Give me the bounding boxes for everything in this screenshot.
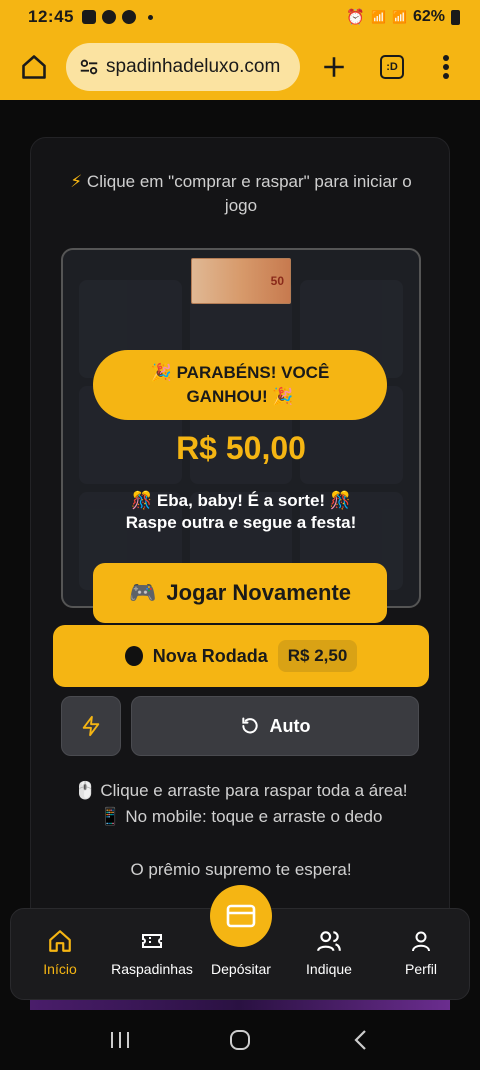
- new-round-button[interactable]: Nova Rodada R$ 2,50: [53, 625, 429, 687]
- ticket-icon: [142, 934, 162, 948]
- plus-icon: [324, 57, 344, 77]
- browser-menu-button[interactable]: [426, 47, 466, 87]
- gamepad-icon: 🎮: [128, 580, 157, 605]
- round-price-badge: R$ 2,50: [277, 640, 358, 672]
- home-circle-icon: [230, 1030, 250, 1050]
- signal-icon: 📶: [392, 10, 407, 24]
- nav-indique[interactable]: Indique: [284, 927, 374, 977]
- back-icon: [354, 1030, 366, 1050]
- play-again-button[interactable]: 🎮 Jogar Novamente: [93, 563, 387, 623]
- scratch-area[interactable]: 50: [61, 248, 421, 608]
- nav-perfil[interactable]: Perfil: [376, 927, 466, 977]
- more-vert-icon: [443, 55, 449, 79]
- deposit-label[interactable]: Depósitar: [196, 961, 286, 977]
- win-banner: 🎉 PARABÉNS! VOCÊ GANHOU! 🎉: [93, 350, 387, 420]
- supreme-prize-text: O prêmio supremo te espera!: [130, 860, 352, 879]
- banknote-image: 50: [191, 258, 291, 304]
- status-time: 12:45: [28, 7, 74, 26]
- home-icon: [49, 930, 71, 952]
- facebook-icon: [121, 10, 136, 24]
- recents-icon: [111, 1032, 129, 1048]
- lightning-icon: [82, 715, 100, 737]
- user-icon: [412, 931, 430, 952]
- tab-count-icon: :D: [380, 55, 404, 79]
- users-icon: [317, 931, 341, 952]
- instructions: 🖱️ Clique e arraste para raspar toda a á…: [74, 781, 408, 826]
- browser-home-button[interactable]: [16, 49, 52, 85]
- coin-icon: [124, 646, 143, 666]
- cheer-message: 🎊 Eba, baby! É a sorte! 🎊 Raspe outra e …: [125, 491, 357, 532]
- site-settings-icon[interactable]: [78, 56, 100, 78]
- url-text[interactable]: spadinhadeluxo.com: [106, 56, 280, 78]
- bolt-icon: ⚡: [70, 172, 83, 191]
- wifi-icon: 📶: [371, 10, 387, 24]
- nav-inicio[interactable]: Início: [15, 927, 105, 977]
- nav-raspadinhas[interactable]: Raspadinhas: [107, 927, 197, 977]
- deposit-button[interactable]: [210, 885, 272, 947]
- bottom-navigation: Início Raspadinhas Depósitar Indique Per…: [10, 885, 470, 1000]
- card-icon: [226, 904, 256, 928]
- back-button[interactable]: [335, 1020, 385, 1060]
- browser-toolbar: spadinhadeluxo.com :D: [0, 34, 480, 100]
- recents-button[interactable]: [95, 1020, 145, 1060]
- turbo-button[interactable]: [61, 696, 121, 756]
- auto-button[interactable]: Auto: [131, 696, 419, 756]
- status-bar: 12:45 ⏰ 📶 📶 62%: [0, 0, 480, 34]
- scratch-card-panel: ⚡ Clique em "comprar e raspar" para inic…: [30, 137, 450, 937]
- new-tab-button[interactable]: [314, 47, 354, 87]
- system-navigation-bar: [0, 1010, 480, 1070]
- battery-percent: 62%: [412, 8, 445, 25]
- page-content: ⚡ Clique em "comprar e raspar" para inic…: [0, 100, 480, 1012]
- win-amount: R$ 50,00: [176, 430, 306, 466]
- gallery-icon: [81, 10, 96, 24]
- address-bar[interactable]: spadinhadeluxo.com: [66, 43, 300, 91]
- rotate-icon: [241, 717, 258, 734]
- battery-icon: [451, 9, 460, 25]
- whatsapp-icon: [101, 10, 116, 24]
- notification-icons: [81, 10, 153, 24]
- home-icon: [22, 55, 46, 79]
- alarm-icon: ⏰: [346, 9, 366, 26]
- more-dot-icon: [147, 14, 153, 20]
- home-system-button[interactable]: [215, 1020, 265, 1060]
- tab-switcher-button[interactable]: :D: [372, 47, 412, 87]
- start-hint: ⚡ Clique em "comprar e raspar" para inic…: [70, 172, 412, 215]
